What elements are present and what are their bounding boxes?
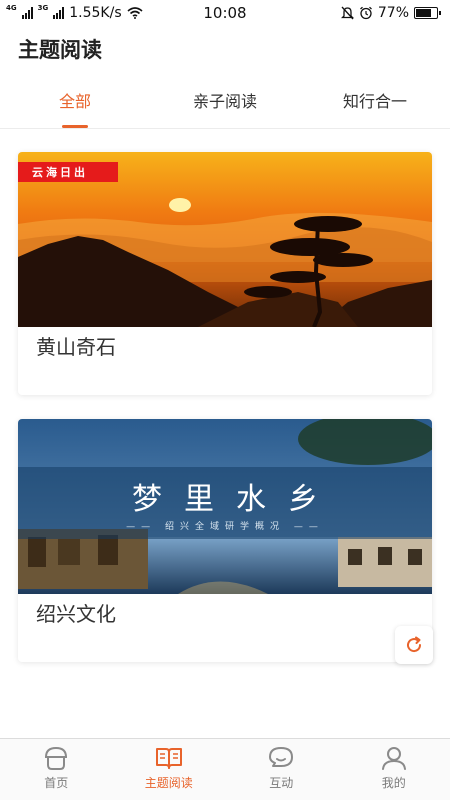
user-icon	[381, 747, 406, 770]
status-left: 4G 3G 1.55K/s	[6, 5, 143, 21]
refresh-button[interactable]	[395, 626, 433, 664]
nav-label: 我的	[381, 776, 406, 790]
signal-icon	[53, 7, 65, 19]
banner-title: 梦里水乡	[132, 482, 340, 517]
nav-label: 主题阅读	[144, 776, 193, 790]
nav-mine[interactable]: 我的	[338, 739, 450, 800]
network-type-4g: 4G	[6, 4, 17, 12]
card-image-sunrise: 云海日出	[18, 152, 432, 327]
network-speed: 1.55K/s	[69, 5, 122, 21]
page-title: 主题阅读	[18, 38, 102, 62]
card-badge: 云海日出	[18, 162, 118, 182]
bottom-nav: 首页 主题阅读 互动 我的	[0, 738, 450, 800]
wifi-icon	[127, 7, 143, 19]
home-icon	[45, 746, 68, 770]
status-right: 77%	[340, 5, 441, 21]
nav-interaction[interactable]: 互动	[225, 739, 338, 800]
book-icon	[155, 748, 182, 769]
tab-bar: 全部 亲子阅读 知行合一	[0, 84, 450, 129]
card-title: 黄山奇石	[36, 335, 116, 359]
alarm-icon	[359, 6, 372, 20]
tab-all[interactable]: 全部	[0, 84, 150, 128]
mute-icon	[340, 6, 354, 20]
banner-subtitle: —— 绍兴全域研学概况 ——	[126, 522, 324, 532]
nav-home[interactable]: 首页	[0, 739, 113, 800]
screen: 4G 3G 1.55K/s 10:08 77% 主题阅读 全部 亲子阅读 知行合…	[0, 0, 450, 800]
network-type-3g: 3G	[37, 4, 49, 12]
signal-icon	[21, 7, 33, 19]
theme-card-shaoxing[interactable]: 梦里水乡 —— 绍兴全域研学概况 —— 绍兴文化	[18, 419, 432, 662]
nav-theme-reading[interactable]: 主题阅读	[113, 739, 226, 800]
card-image-water-town: 梦里水乡 —— 绍兴全域研学概况 ——	[18, 419, 432, 594]
nav-label: 互动	[269, 776, 294, 790]
status-bar: 4G 3G 1.55K/s 10:08 77%	[0, 0, 450, 26]
nav-label: 首页	[44, 776, 69, 790]
battery-percent: 77%	[377, 5, 409, 21]
battery-level	[416, 9, 432, 17]
tab-parent-child-reading[interactable]: 亲子阅读	[150, 84, 300, 128]
theme-card-huangshan[interactable]: 云海日出 黄山奇石	[18, 152, 432, 395]
battery-icon	[414, 7, 441, 19]
tab-knowledge-action[interactable]: 知行合一	[300, 84, 450, 128]
chat-icon	[269, 747, 294, 767]
refresh-icon	[407, 636, 422, 653]
card-title: 绍兴文化	[36, 602, 116, 626]
